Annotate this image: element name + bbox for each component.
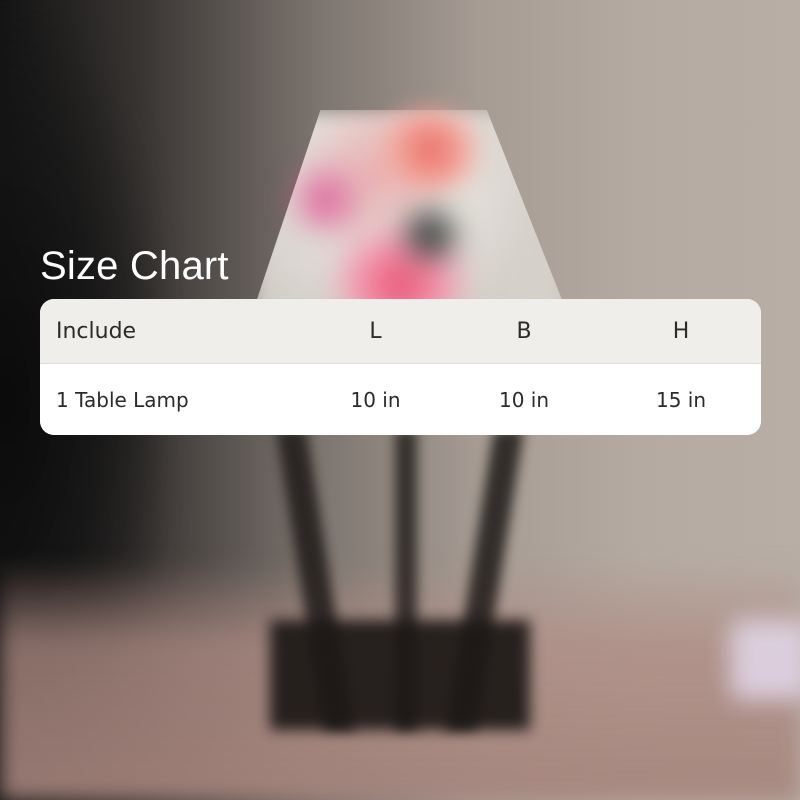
cell-length: 10 in <box>350 387 401 412</box>
header-include: Include <box>56 318 137 344</box>
cell-breadth: 10 in <box>498 387 550 412</box>
cell-height: 15 in <box>655 387 707 412</box>
shade-leaf <box>390 200 470 270</box>
page-title: Size Chart <box>40 244 229 288</box>
lamp-base <box>270 620 530 730</box>
cell-item: 1 Table Lamp <box>56 387 189 412</box>
size-table: Include L B H 1 Table Lamp 10 in 10 in 1… <box>40 299 761 435</box>
shade-flower <box>370 110 490 190</box>
header-height: H <box>672 318 690 344</box>
header-length: L <box>369 318 382 344</box>
shade-flower <box>280 160 370 240</box>
table-header-row: Include L B H <box>40 299 761 364</box>
size-chart-image: Size Chart Include L B H 1 Table Lamp 10… <box>0 0 800 800</box>
header-breadth: B <box>516 318 532 344</box>
background-object <box>730 620 800 700</box>
table-row: 1 Table Lamp 10 in 10 in 15 in <box>40 364 761 435</box>
